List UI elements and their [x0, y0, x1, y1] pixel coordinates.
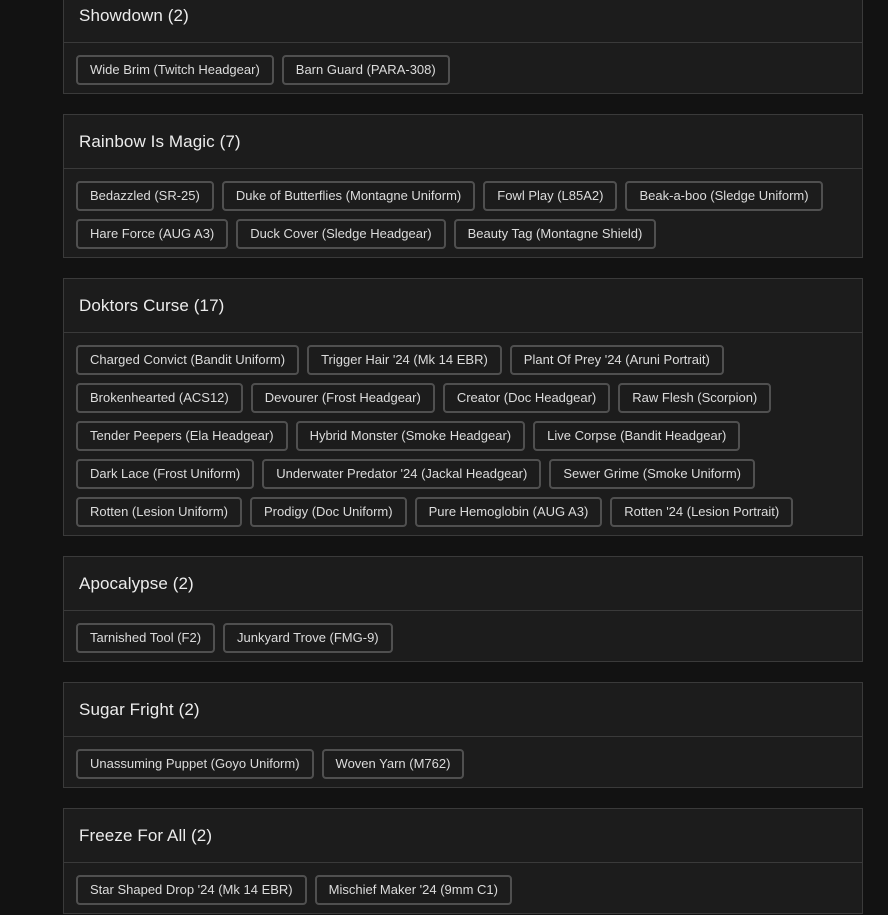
item-chip[interactable]: Rotten (Lesion Uniform): [76, 497, 242, 527]
collection-card-header: Rainbow Is Magic (7): [64, 115, 862, 169]
item-chip[interactable]: Woven Yarn (M762): [321, 749, 465, 779]
collection-card-header: Freeze For All (2): [64, 809, 862, 863]
collection-items: Tarnished Tool (F2) Junkyard Trove (FMG-9…: [64, 611, 862, 661]
item-chip[interactable]: Underwater Predator '24 (Jackal Headgear…: [262, 459, 542, 489]
item-chip[interactable]: Trigger Hair '24 (Mk 14 EBR): [307, 345, 502, 375]
collection-title: Sugar Fright (2): [79, 699, 200, 719]
item-chip[interactable]: Dark Lace (Frost Uniform): [76, 459, 255, 489]
item-chip[interactable]: Live Corpse (Bandit Headgear): [533, 421, 741, 451]
item-chip[interactable]: Bedazzled (SR-25): [76, 181, 214, 211]
item-chip[interactable]: Duck Cover (Sledge Headgear): [236, 219, 446, 249]
collection-items: Bedazzled (SR-25) Duke of Butterflies (Mo…: [64, 169, 862, 257]
item-chip[interactable]: Duke of Butterflies (Montagne Uniform): [221, 181, 476, 211]
item-chip[interactable]: Rotten '24 (Lesion Portrait): [610, 497, 794, 527]
item-chip[interactable]: Tender Peepers (Ela Headgear): [76, 421, 288, 451]
collection-title: Rainbow Is Magic (7): [79, 131, 241, 151]
item-chip[interactable]: Wide Brim (Twitch Headgear): [76, 55, 274, 85]
item-chip[interactable]: Hybrid Monster (Smoke Headgear): [295, 421, 526, 451]
collection-card-header: Apocalypse (2): [64, 557, 862, 611]
item-chip[interactable]: Unassuming Puppet (Goyo Uniform): [76, 749, 314, 779]
collection-title: Freeze For All (2): [79, 825, 213, 845]
item-chip[interactable]: Beak-a-boo (Sledge Uniform): [625, 181, 823, 211]
collection-card: Sugar Fright (2) Unassuming Puppet (Goyo …: [63, 682, 863, 788]
collection-items: Charged Convict (Bandit Uniform) Trigger …: [64, 333, 862, 535]
collection-card: Apocalypse (2) Tarnished Tool (F2) Junkyar…: [63, 556, 863, 662]
item-chip[interactable]: Prodigy (Doc Uniform): [250, 497, 407, 527]
collection-title: Doktors Curse (17): [79, 295, 225, 315]
item-chip[interactable]: Brokenhearted (ACS12): [76, 383, 243, 413]
collection-card: Showdown (2) Wide Brim (Twitch Headgear) B…: [63, 0, 863, 94]
item-chip[interactable]: Mischief Maker '24 (9mm C1): [314, 875, 512, 905]
collection-card-header: Doktors Curse (17): [64, 279, 862, 333]
item-chip[interactable]: Devourer (Frost Headgear): [250, 383, 435, 413]
item-chip[interactable]: Star Shaped Drop '24 (Mk 14 EBR): [76, 875, 307, 905]
collection-card: Freeze For All (2) Star Shaped Drop '24 (…: [63, 808, 863, 914]
item-chip[interactable]: Charged Convict (Bandit Uniform): [76, 345, 300, 375]
item-chip[interactable]: Fowl Play (L85A2): [483, 181, 618, 211]
item-chip[interactable]: Tarnished Tool (F2): [76, 623, 216, 653]
collections-page: Showdown (2) Wide Brim (Twitch Headgear) B…: [0, 0, 888, 915]
collection-card-header: Sugar Fright (2): [64, 683, 862, 737]
item-chip[interactable]: Barn Guard (PARA-308): [281, 55, 450, 85]
item-chip[interactable]: Sewer Grime (Smoke Uniform): [549, 459, 756, 489]
collection-items: Unassuming Puppet (Goyo Uniform) Woven Ya…: [64, 737, 862, 787]
collection-items: Star Shaped Drop '24 (Mk 14 EBR) Mischief…: [64, 863, 862, 913]
collection-title: Showdown (2): [79, 5, 189, 25]
collection-card: Doktors Curse (17) Charged Convict (Bandi…: [63, 278, 863, 536]
collection-card-header: Showdown (2): [64, 0, 862, 43]
item-chip[interactable]: Beauty Tag (Montagne Shield): [453, 219, 657, 249]
collection-items: Wide Brim (Twitch Headgear) Barn Guard (P…: [64, 43, 862, 93]
item-chip[interactable]: Creator (Doc Headgear): [442, 383, 611, 413]
item-chip[interactable]: Junkyard Trove (FMG-9): [223, 623, 393, 653]
event-collections-list: Showdown (2) Wide Brim (Twitch Headgear) B…: [63, 0, 863, 915]
item-chip[interactable]: Hare Force (AUG A3): [76, 219, 229, 249]
item-chip[interactable]: Pure Hemoglobin (AUG A3): [414, 497, 603, 527]
collection-card: Rainbow Is Magic (7) Bedazzled (SR-25) Duk…: [63, 114, 863, 258]
item-chip[interactable]: Plant Of Prey '24 (Aruni Portrait): [509, 345, 724, 375]
collection-title: Apocalypse (2): [79, 573, 194, 593]
item-chip[interactable]: Raw Flesh (Scorpion): [618, 383, 772, 413]
